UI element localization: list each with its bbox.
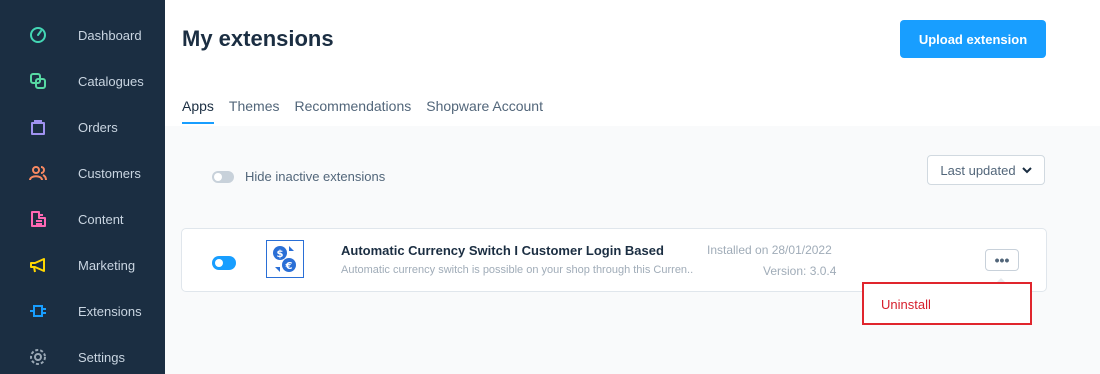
sidebar-item-orders[interactable]: Orders	[0, 104, 165, 150]
dashboard-gauge-icon	[28, 25, 48, 45]
orders-bag-icon	[28, 117, 48, 137]
extension-installed-date: Installed on 28/01/2022	[707, 243, 832, 257]
uninstall-menu-item[interactable]: Uninstall	[881, 297, 931, 312]
upload-extension-button[interactable]: Upload extension	[900, 20, 1046, 58]
extension-name: Automatic Currency Switch I Customer Log…	[341, 243, 664, 258]
customers-icon	[28, 163, 48, 183]
hide-inactive-label: Hide inactive extensions	[245, 169, 386, 184]
content-icon	[28, 209, 48, 229]
sidebar-item-label: Content	[78, 211, 124, 227]
sidebar-item-marketing[interactable]: Marketing	[0, 242, 165, 288]
sidebar-item-label: Catalogues	[78, 73, 144, 89]
svg-text:€: €	[285, 261, 293, 272]
extensions-plug-icon	[28, 301, 48, 321]
tab-themes[interactable]: Themes	[229, 96, 280, 126]
sidebar-item-label: Orders	[78, 119, 118, 135]
sort-select-value: Last updated	[940, 162, 1016, 178]
sidebar-item-customers[interactable]: Customers	[0, 150, 165, 196]
sort-select[interactable]: Last updated	[927, 155, 1045, 185]
sidebar-item-label: Dashboard	[78, 27, 142, 43]
sidebar-item-label: Customers	[78, 165, 141, 181]
tab-bar: Apps Themes Recommendations Shopware Acc…	[182, 96, 558, 126]
sidebar-item-catalogues[interactable]: Catalogues	[0, 58, 165, 104]
tab-recommendations[interactable]: Recommendations	[295, 96, 412, 126]
page-title: My extensions	[182, 26, 334, 51]
sidebar-item-label: Marketing	[78, 257, 136, 273]
extension-active-toggle[interactable]	[212, 256, 236, 270]
sidebar: Dashboard Catalogues Orders Customers Co…	[0, 0, 165, 374]
ellipsis-icon: •••	[994, 252, 1010, 268]
sidebar-item-label: Settings	[78, 349, 125, 365]
sidebar-item-dashboard[interactable]: Dashboard	[0, 12, 165, 58]
tab-apps[interactable]: Apps	[182, 96, 214, 126]
context-menu: Uninstall	[862, 282, 1032, 325]
sidebar-item-settings[interactable]: Settings	[0, 334, 165, 374]
currency-exchange-icon: $ €	[266, 240, 304, 278]
settings-gear-icon	[28, 347, 48, 367]
extension-description: Automatic currency switch is possible on…	[341, 264, 693, 276]
marketing-megaphone-icon	[28, 255, 48, 275]
svg-text:$: $	[277, 249, 284, 260]
tab-shopware-account[interactable]: Shopware Account	[426, 96, 543, 126]
extension-version: Version: 3.0.4	[763, 264, 837, 278]
catalogue-icon	[28, 71, 48, 91]
more-actions-button[interactable]: •••	[985, 249, 1019, 271]
sidebar-item-label: Extensions	[78, 303, 142, 319]
chevron-down-icon	[1021, 165, 1032, 175]
sidebar-item-content[interactable]: Content	[0, 196, 165, 242]
sidebar-item-extensions[interactable]: Extensions	[0, 288, 165, 334]
hide-inactive-toggle[interactable]	[212, 171, 234, 183]
